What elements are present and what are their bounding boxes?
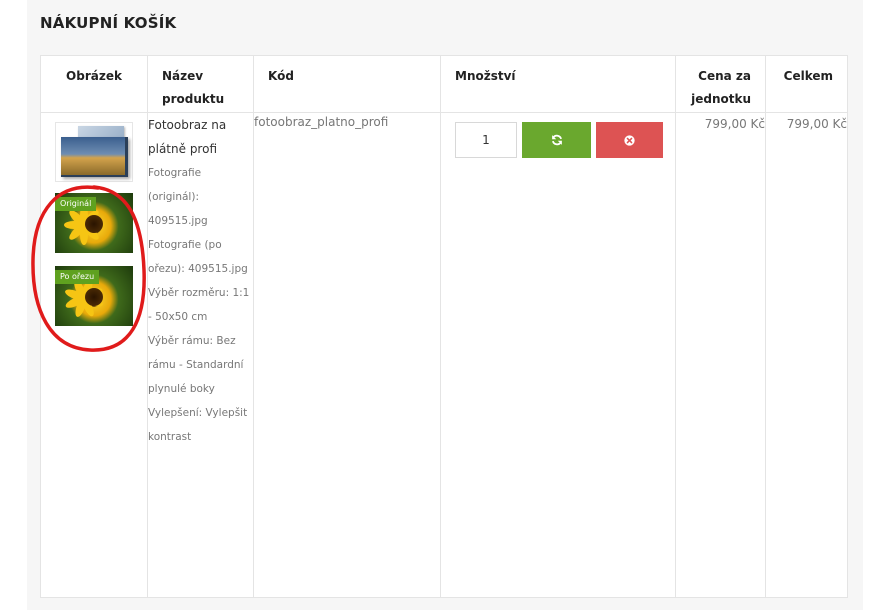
update-quantity-button[interactable] bbox=[522, 122, 591, 158]
photo-cropped-badge: Po ořezu bbox=[55, 270, 100, 284]
table-header-row: Obrázek Název produktu Kód Množství Cena… bbox=[40, 55, 848, 113]
cart-table: Obrázek Název produktu Kód Množství Cena… bbox=[31, 55, 848, 598]
canvas-front-image bbox=[61, 137, 128, 177]
product-attribute-original: Fotografie (originál): 409515.jpg bbox=[148, 167, 208, 227]
refresh-icon bbox=[551, 134, 562, 146]
table-row: Originál Po ořezu Fotoobraz na plátně pr… bbox=[31, 112, 848, 598]
quantity-cell bbox=[440, 112, 676, 598]
column-header-total: Celkem bbox=[765, 55, 848, 113]
column-header-name: Název produktu bbox=[147, 55, 254, 113]
product-name: Fotoobraz na plátně profi bbox=[148, 118, 227, 156]
product-image-cell: Originál Po ořezu bbox=[31, 112, 148, 598]
photo-original[interactable]: Originál bbox=[55, 193, 133, 253]
photo-original-badge: Originál bbox=[55, 197, 97, 211]
unit-price: 799,00 Kč bbox=[675, 112, 766, 598]
total-price: 799,00 Kč bbox=[765, 112, 848, 598]
product-code: fotoobraz_platno_profi bbox=[253, 112, 441, 598]
product-attribute-frame: Výběr rámu: Bez rámu - Standardní plynul… bbox=[148, 335, 244, 395]
column-header-quantity: Množství bbox=[440, 55, 676, 113]
photo-cropped[interactable]: Po ořezu bbox=[55, 266, 133, 326]
page-title: NÁKUPNÍ KOŠÍK bbox=[40, 14, 177, 32]
remove-icon bbox=[624, 134, 635, 146]
quantity-input[interactable] bbox=[455, 122, 517, 158]
product-name-cell: Fotoobraz na plátně profi Fotografie (or… bbox=[147, 112, 254, 598]
column-header-code: Kód bbox=[253, 55, 441, 113]
remove-item-button[interactable] bbox=[596, 122, 663, 158]
product-thumbnail[interactable] bbox=[55, 122, 133, 182]
product-attribute-size: Výběr rozměru: 1:1 - 50x50 cm bbox=[148, 287, 250, 323]
column-header-unit-price: Cena za jednotku bbox=[675, 55, 766, 113]
product-attribute-cropped: Fotografie (po ořezu): 409515.jpg bbox=[148, 239, 248, 275]
column-header-image: Obrázek bbox=[40, 55, 148, 113]
product-attribute-enhancement: Vylepšení: Vylepšit kontrast bbox=[148, 407, 248, 443]
